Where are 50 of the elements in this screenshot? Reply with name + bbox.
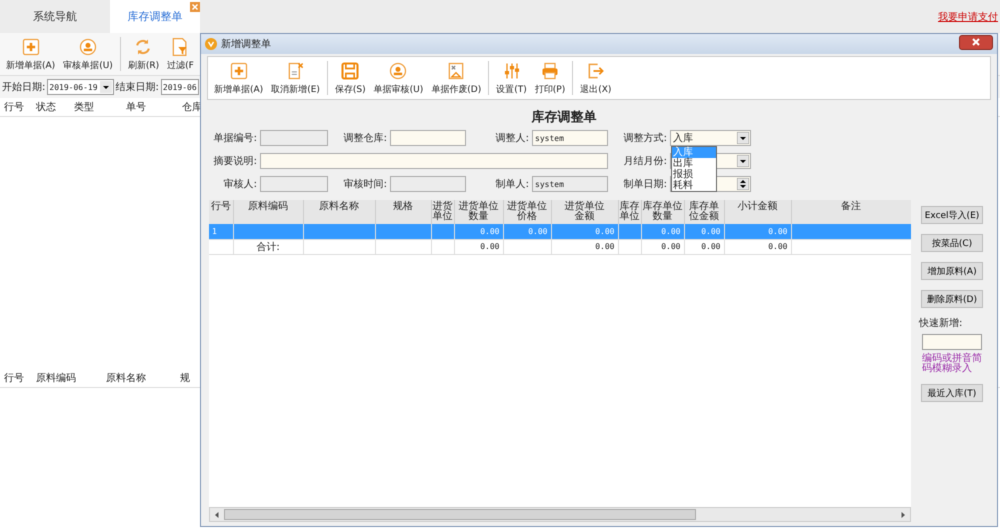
column-header: 进货单位: [432, 202, 453, 222]
table-cell: 0.00: [768, 226, 788, 236]
column-header: 进货单位价格: [507, 202, 547, 222]
table-cell: 合计:: [256, 242, 280, 252]
column-header: 库存单位: [618, 202, 640, 222]
table-cell: 0.00: [480, 226, 500, 236]
table-cell: 0.00: [661, 242, 680, 251]
table-cell: 0.00: [768, 242, 788, 251]
table-cell: 1: [212, 226, 217, 236]
column-header: 小计金额: [738, 202, 778, 212]
field-label: 审核时间:: [342, 178, 387, 191]
column-header: 规格: [393, 202, 413, 212]
field-label: 调整人:: [494, 132, 529, 145]
column-header: 规: [179, 372, 191, 385]
column-header: 备注: [841, 202, 861, 212]
window-title: 新增调整单: [221, 38, 271, 51]
field-label: 制单人:: [494, 178, 529, 191]
field-label: 调整方式:: [622, 132, 667, 145]
column-header: 状态: [35, 100, 57, 114]
field-label: 单据编号:: [212, 132, 257, 145]
column-header: 行号: [210, 202, 231, 212]
table-cell: 0.00: [595, 226, 614, 236]
column-header: 类型: [73, 100, 95, 114]
field-label: 开始日期:: [2, 80, 46, 94]
field-label: 审核人:: [222, 178, 257, 191]
table-cell: 0.00: [595, 242, 614, 251]
field-label: 月结月份:: [622, 154, 667, 168]
column-header: 原料编码: [248, 202, 288, 212]
form-title: 库存调整单: [530, 108, 598, 126]
table-cell: 0.00: [701, 242, 720, 251]
column-header: 单号: [125, 100, 147, 114]
field-label: 结束日期:: [116, 80, 159, 94]
column-header: 进货单位金额: [564, 202, 604, 222]
column-header: 原料名称: [319, 202, 359, 212]
field-label: 摘要说明:: [212, 154, 257, 168]
table-cell: 0.00: [701, 226, 720, 236]
column-header: 行号: [3, 372, 25, 385]
field-label: 调整仓库:: [342, 132, 387, 145]
column-header: 库存单位金额: [688, 202, 720, 222]
table-cell: 0.00: [528, 226, 548, 236]
table-cell: 0.00: [480, 242, 500, 251]
column-header: 行号: [3, 101, 25, 114]
field-label: 快速新增:: [919, 316, 962, 330]
column-header: 原料名称: [105, 372, 147, 385]
table-cell: 0.00: [661, 226, 680, 236]
column-header: 原料编码: [35, 372, 77, 385]
hint-text: 编码或拼音简码模糊录入: [922, 354, 982, 374]
field-label: 制单日期:: [622, 178, 667, 191]
column-header: 进货单位数量: [458, 202, 498, 222]
column-header: 库存单位数量: [642, 202, 682, 222]
